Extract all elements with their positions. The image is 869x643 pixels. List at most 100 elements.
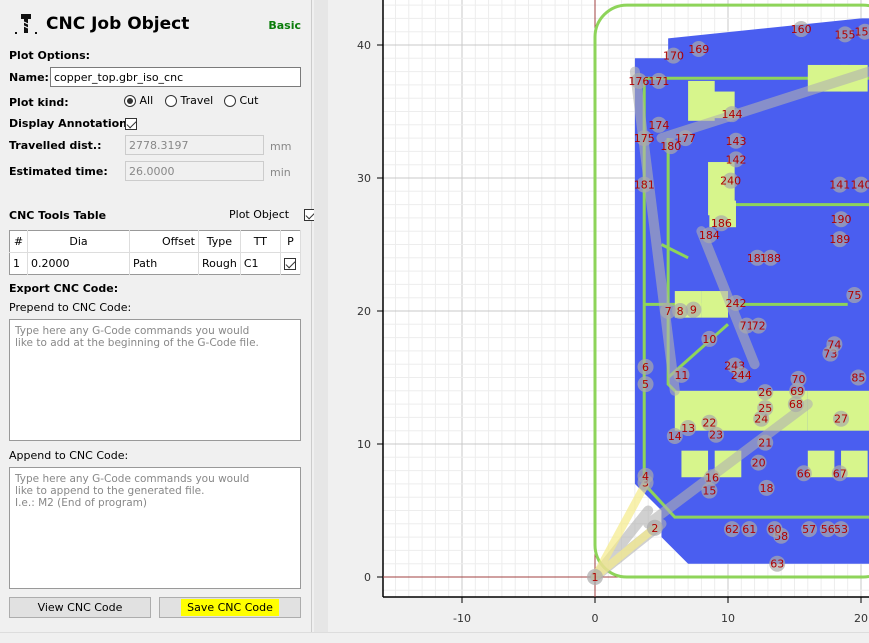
col-offset: Offset bbox=[129, 230, 199, 253]
append-label: Append to CNC Code: bbox=[9, 449, 129, 462]
x-tick-label: -10 bbox=[453, 612, 471, 625]
cnc-drill-icon bbox=[15, 14, 37, 34]
plot-kind-all-radio[interactable]: All bbox=[124, 94, 153, 107]
annotation-label: 60 bbox=[768, 523, 782, 536]
annotation-label: 61 bbox=[742, 523, 756, 536]
plot-kind-travel-radio[interactable]: Travel bbox=[165, 94, 213, 107]
estimated-time-field bbox=[125, 161, 264, 181]
col-number: # bbox=[9, 230, 28, 253]
cell-dia[interactable]: 0.2000 bbox=[27, 252, 130, 275]
y-tick-label: 40 bbox=[357, 39, 371, 52]
annotation-label: 140 bbox=[851, 179, 869, 192]
cnc-tools-table: # Dia Offset Type TT P 1 0.2000 Path Rou… bbox=[9, 230, 302, 275]
cell-plot[interactable] bbox=[280, 252, 302, 275]
view-cnc-code-button[interactable]: View CNC Code bbox=[9, 597, 151, 618]
plot-svg[interactable]: -100102001020304012345678910111314151618… bbox=[330, 0, 869, 643]
display-annotation-checkbox[interactable] bbox=[125, 118, 137, 130]
cnc-tools-table-label: CNC Tools Table bbox=[9, 209, 107, 222]
radio-icon bbox=[224, 95, 236, 107]
annotation-label: 21 bbox=[758, 437, 772, 450]
annotation-label: 5 bbox=[642, 378, 649, 391]
app-level-label[interactable]: Basic bbox=[268, 19, 301, 32]
copper-region bbox=[634, 18, 869, 564]
col-plot: P bbox=[280, 230, 302, 253]
table-header-row: # Dia Offset Type TT P bbox=[9, 230, 302, 253]
annotation-label: 53 bbox=[834, 523, 848, 536]
annotation-label: 174 bbox=[648, 119, 669, 132]
annotation-label: 171 bbox=[648, 75, 669, 88]
prepend-label: Prepend to CNC Code: bbox=[9, 301, 132, 314]
time-unit: min bbox=[270, 166, 291, 179]
travelled-unit: mm bbox=[270, 140, 292, 153]
plot-canvas[interactable]: -100102001020304012345678910111314151618… bbox=[330, 0, 869, 643]
annotation-label: 63 bbox=[770, 558, 784, 571]
annotation-label: 67 bbox=[833, 467, 847, 480]
annotation-label: 14 bbox=[668, 430, 682, 443]
annotation-label: 142 bbox=[725, 153, 746, 166]
radio-icon bbox=[124, 95, 136, 107]
annotation-label: 180 bbox=[660, 140, 681, 153]
cell-number: 1 bbox=[9, 252, 28, 275]
plot-kind-label: Plot kind: bbox=[9, 96, 69, 109]
annotation-label: 175 bbox=[634, 132, 655, 145]
plot-kind-cut-radio[interactable]: Cut bbox=[224, 94, 258, 107]
annotation-label: 70 bbox=[791, 373, 805, 386]
annotation-label: 169 bbox=[688, 43, 709, 56]
estimated-time-label: Estimated time: bbox=[9, 165, 108, 178]
y-tick-label: 30 bbox=[357, 172, 371, 185]
save-button-label: Save CNC Code bbox=[181, 599, 279, 616]
prepend-textarea[interactable] bbox=[9, 319, 301, 441]
annotation-label: 57 bbox=[802, 523, 816, 536]
x-tick-label: 0 bbox=[592, 612, 599, 625]
name-input[interactable] bbox=[50, 67, 301, 87]
annotation-label: 6 bbox=[642, 361, 649, 374]
plot-options-label: Plot Options: bbox=[9, 49, 91, 62]
annotation-label: 189 bbox=[829, 233, 850, 246]
annotation-label: 8 bbox=[677, 305, 684, 318]
export-cnc-label: Export CNC Code: bbox=[9, 282, 119, 295]
y-tick-label: 0 bbox=[364, 571, 371, 584]
cell-offset[interactable]: Path bbox=[129, 252, 199, 275]
annotation-label: 244 bbox=[731, 369, 752, 382]
annotation-label: 9 bbox=[690, 304, 697, 317]
annotation-label: 62 bbox=[725, 523, 739, 536]
table-row[interactable]: 1 0.2000 Path Rough C1 bbox=[9, 252, 302, 275]
cell-type[interactable]: Rough bbox=[198, 252, 241, 275]
travelled-dist-label: Travelled dist.: bbox=[9, 139, 102, 152]
annotation-label: 72 bbox=[752, 320, 766, 333]
annotation-label: 15 bbox=[702, 485, 716, 498]
travelled-dist-field bbox=[125, 135, 264, 155]
status-bar bbox=[0, 632, 869, 643]
annotation-label: 186 bbox=[711, 217, 732, 230]
annotation-label: 144 bbox=[721, 108, 742, 121]
save-cnc-code-button[interactable]: Save CNC Code bbox=[159, 597, 301, 618]
y-tick-label: 10 bbox=[357, 438, 371, 451]
annotation-label: 16 bbox=[705, 471, 719, 484]
annotation-label: 181 bbox=[634, 179, 655, 192]
radio-label: All bbox=[139, 94, 154, 107]
annotation-label: 190 bbox=[831, 213, 852, 226]
panel-splitter[interactable] bbox=[314, 0, 328, 632]
annotation-label: 85 bbox=[851, 372, 865, 385]
plot-tool-checkbox[interactable] bbox=[283, 258, 296, 270]
x-tick-label: 20 bbox=[854, 612, 868, 625]
annotation-label: 66 bbox=[797, 467, 811, 480]
annotation-label: 23 bbox=[709, 429, 723, 442]
x-tick-label: 10 bbox=[721, 612, 735, 625]
annotation-label: 10 bbox=[702, 333, 716, 346]
annotation-label: 240 bbox=[720, 175, 741, 188]
axis-gutter bbox=[330, 598, 382, 638]
append-textarea[interactable] bbox=[9, 467, 301, 589]
annotation-label: 56 bbox=[821, 523, 835, 536]
annotation-label: 160 bbox=[791, 23, 812, 36]
annotation-label: 184 bbox=[699, 229, 720, 242]
annotation-label: 7 bbox=[665, 305, 672, 318]
y-tick-label: 20 bbox=[357, 305, 371, 318]
cell-tt[interactable]: C1 bbox=[240, 252, 281, 275]
properties-panel: CNC Job Object Basic Plot Options: Name:… bbox=[0, 0, 316, 632]
radio-label: Travel bbox=[180, 94, 214, 107]
annotation-label: 4 bbox=[642, 470, 649, 483]
annotation-label: 13 bbox=[681, 422, 695, 435]
annotation-label: 176 bbox=[628, 75, 649, 88]
annotation-label: 69 bbox=[790, 385, 804, 398]
